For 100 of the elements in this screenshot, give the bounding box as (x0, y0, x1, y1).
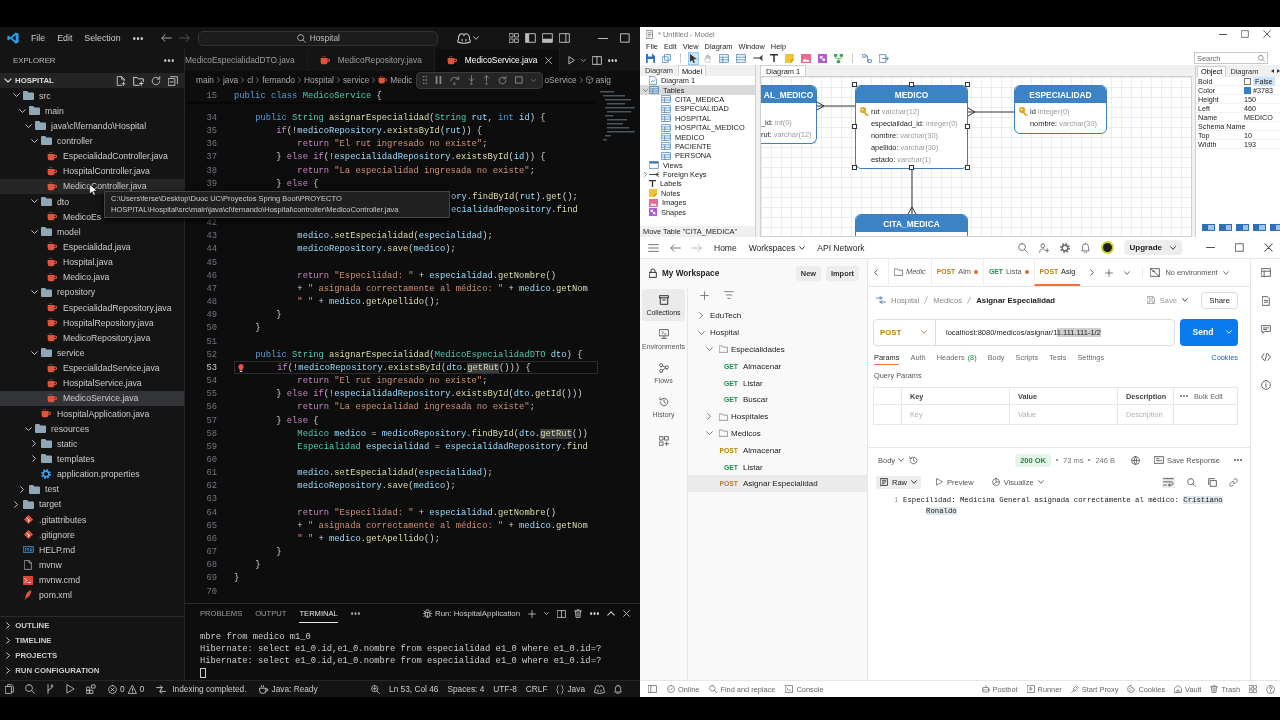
tree-item[interactable]: Hospital.java (0, 254, 119, 270)
minimize-icon[interactable] (598, 37, 608, 39)
info-icon[interactable] (1260, 380, 1271, 390)
menu-item[interactable]: Edit (51, 27, 79, 49)
copilot-icon[interactable] (594, 684, 605, 694)
grip-icon[interactable] (423, 76, 428, 84)
more-icon[interactable] (350, 612, 360, 615)
resize-handle[interactable] (965, 165, 970, 170)
scroll-right-icon[interactable] (1277, 69, 1280, 73)
language-status[interactable]: Java (556, 684, 585, 694)
breadcrumb-item[interactable]: asig (595, 75, 611, 85)
style-swatch-icon[interactable] (1202, 224, 1215, 231)
image-icon[interactable] (799, 51, 813, 65)
hierarchy-icon[interactable] (832, 51, 845, 65)
close-icon[interactable] (1263, 30, 1271, 38)
stop-icon[interactable] (515, 76, 524, 84)
table-icon[interactable] (717, 51, 731, 65)
tree-item[interactable]: test (0, 481, 65, 497)
refresh-icon[interactable] (151, 75, 161, 86)
cursor-position[interactable]: Ln 53, Col 46 (389, 684, 439, 694)
tree-item[interactable]: src (0, 88, 57, 104)
send-button[interactable]: Send (1180, 318, 1238, 346)
nav-link[interactable]: Home (714, 242, 737, 253)
tree-item[interactable]: EspecialidadService.java (0, 360, 166, 376)
shape-icon[interactable] (816, 51, 829, 65)
command-center-search[interactable]: Hospital (198, 30, 439, 46)
encoding-status[interactable]: UTF-8 (493, 684, 517, 694)
tree-item[interactable]: Medico.java (0, 269, 116, 285)
tree-item[interactable]: MedicoRepository.java (0, 330, 157, 346)
chevron-down-icon[interactable] (30, 138, 38, 144)
tree-item[interactable]: model (0, 224, 87, 240)
editor-tab[interactable]: MedicoService.java (434, 49, 561, 71)
document-icon[interactable] (1261, 296, 1270, 306)
copilot-icon[interactable] (457, 32, 471, 44)
restart-icon[interactable] (498, 75, 508, 85)
plus-icon[interactable] (1105, 268, 1114, 277)
sidebar-toggle-icon[interactable] (525, 33, 536, 43)
chevron-down-icon[interactable] (12, 93, 20, 98)
resize-handle[interactable] (852, 82, 857, 87)
nav-link[interactable]: Workspaces (748, 242, 806, 253)
chevron-right-icon[interactable] (1090, 269, 1095, 276)
resize-handle[interactable] (965, 82, 970, 87)
extensions-icon[interactable] (86, 684, 96, 694)
split-panel-icon[interactable] (557, 609, 566, 618)
tree-item[interactable]: pom.xml (0, 587, 78, 603)
breadcrumb-item[interactable]: Hospital (304, 75, 334, 85)
tree-item[interactable]: resources (0, 421, 96, 437)
layout-grid-icon[interactable] (1249, 685, 1257, 693)
chevron-left-icon[interactable] (874, 269, 878, 276)
resize-handle[interactable] (852, 123, 857, 129)
step-over-icon[interactable] (450, 75, 461, 85)
minimize-icon[interactable] (1219, 33, 1227, 35)
step-into-icon[interactable] (468, 75, 476, 85)
tree-item[interactable]: mvnw.cmd (0, 572, 87, 588)
upgrade-button[interactable]: Upgrade (1123, 240, 1182, 255)
tree-item[interactable]: HospitalRepository.java (0, 315, 160, 331)
more-icon[interactable] (132, 36, 143, 40)
tree-item[interactable]: application.properties (0, 466, 146, 482)
tree-item[interactable]: .gitattributes (0, 511, 93, 528)
relationship-icon[interactable] (751, 53, 765, 63)
style-swatch-icon[interactable] (1219, 224, 1232, 231)
source-control-icon[interactable] (46, 684, 54, 694)
chevron-down-icon[interactable] (30, 290, 38, 295)
sync-arrows-icon[interactable] (156, 684, 167, 694)
tree-item[interactable]: .gitignore (0, 527, 81, 543)
avatar-icon[interactable] (1100, 241, 1114, 254)
close-icon[interactable] (1264, 243, 1273, 252)
tree-item[interactable]: MedicoController.java (0, 178, 184, 194)
pointer-icon[interactable] (688, 51, 699, 65)
add-user-icon[interactable] (1038, 242, 1049, 253)
resize-handle[interactable] (852, 165, 857, 170)
tree-item[interactable]: java\cl\fernando\Hospital (0, 118, 153, 134)
tree-item[interactable]: mvnw (0, 557, 68, 573)
tree-item[interactable]: HELP.md (0, 542, 82, 558)
breadcrumb-item[interactable]: java (223, 75, 239, 85)
more-icon[interactable] (164, 58, 174, 62)
resize-handle[interactable] (965, 123, 970, 129)
indentation-status[interactable]: Spaces: 4 (447, 684, 485, 694)
tree-item[interactable]: dto (0, 194, 76, 210)
layout-grid-icon[interactable] (509, 33, 519, 43)
plus-icon[interactable] (700, 290, 709, 300)
save-icon[interactable] (644, 51, 657, 65)
tree-item[interactable]: repository (0, 284, 102, 300)
menu-icon[interactable] (648, 243, 659, 252)
tree-item[interactable]: Especialidades (688, 341, 791, 358)
scroll-left-icon[interactable] (1271, 69, 1274, 73)
breadcrumb-item[interactable]: oService (544, 75, 577, 85)
chevron-down-icon[interactable] (30, 229, 38, 234)
pause-icon[interactable] (435, 76, 443, 84)
code-icon[interactable] (1260, 353, 1271, 361)
wrap-lines-icon[interactable] (1162, 476, 1175, 488)
menu-item[interactable]: Selection (78, 27, 127, 49)
tree-item[interactable]: EspecialidadController.java (0, 148, 174, 164)
tree-item[interactable]: Medicos (688, 425, 767, 442)
resize-handle[interactable] (908, 165, 914, 170)
collapse-all-icon[interactable] (168, 75, 178, 86)
more-icon[interactable] (608, 58, 618, 62)
chevron-right-icon[interactable] (13, 500, 19, 508)
chevron-right-icon[interactable] (31, 440, 37, 448)
tree-item[interactable]: target (0, 496, 68, 512)
